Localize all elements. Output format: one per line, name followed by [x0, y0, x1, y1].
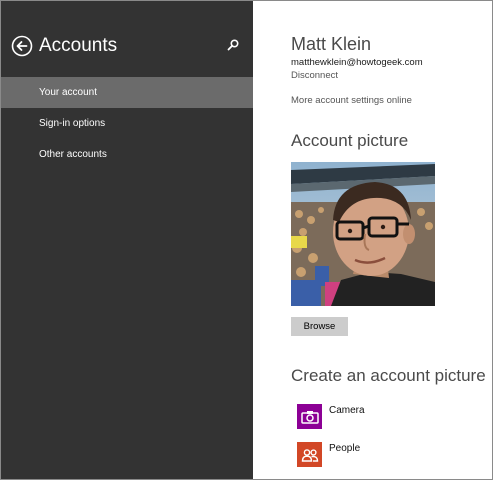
- sidebar-item-label: Your account: [39, 87, 98, 98]
- page-title: Accounts: [39, 35, 118, 56]
- sidebar-header: Accounts: [11, 35, 246, 59]
- people-icon: [297, 442, 322, 467]
- sidebar-item-sign-in-options[interactable]: Sign-in options: [1, 108, 253, 139]
- user-name: Matt Klein: [291, 34, 372, 54]
- account-picture: [291, 162, 435, 306]
- sidebar-nav: Your account Sign-in options Other accou…: [1, 77, 253, 170]
- camera-icon: [297, 404, 322, 429]
- sidebar-item-label: Sign-in options: [39, 118, 106, 129]
- user-email: matthewklein@howtogeek.com: [291, 57, 423, 68]
- settings-window: Accounts Your account Sign-in options Ot…: [0, 0, 493, 480]
- more-account-settings-link[interactable]: More account settings online: [291, 95, 412, 106]
- people-app-label: People: [329, 443, 361, 454]
- create-account-picture-heading: Create an account picture: [291, 366, 486, 385]
- browse-button[interactable]: Browse: [291, 317, 348, 336]
- main-content: Matt Klein matthewklein@howtogeek.com Di…: [253, 1, 492, 479]
- back-arrow-circle-icon[interactable]: [11, 35, 33, 57]
- camera-app-label: Camera: [329, 405, 365, 416]
- sidebar: Accounts Your account Sign-in options Ot…: [1, 1, 253, 479]
- sidebar-item-label: Other accounts: [39, 149, 107, 160]
- camera-app-item[interactable]: Camera: [297, 404, 447, 429]
- search-icon[interactable]: [226, 38, 240, 52]
- disconnect-link[interactable]: Disconnect: [291, 70, 338, 81]
- people-app-item[interactable]: People: [297, 442, 447, 467]
- account-picture-heading: Account picture: [291, 131, 409, 150]
- sidebar-item-your-account[interactable]: Your account: [1, 77, 253, 108]
- sidebar-item-other-accounts[interactable]: Other accounts: [1, 139, 253, 170]
